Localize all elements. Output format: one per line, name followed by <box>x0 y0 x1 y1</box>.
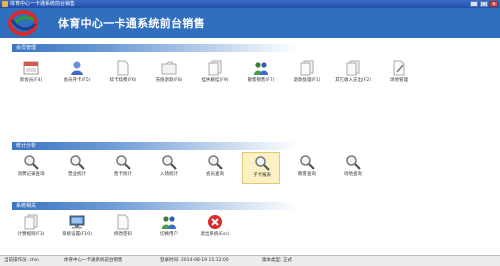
group-icon <box>162 216 176 229</box>
tile-label: 消费记录查询 <box>17 172 45 177</box>
system-settings-button[interactable]: 系统设置(F10) <box>58 212 96 244</box>
tile-label: 切换用户 <box>160 232 178 237</box>
magnifier-icon <box>208 155 223 170</box>
change-password-button[interactable]: 修改密码 <box>104 212 142 244</box>
magnifier-icon <box>24 155 39 170</box>
tile-label: 场地查询 <box>344 172 362 177</box>
tile-label: 退款处理(F1) <box>293 78 321 83</box>
magnifier-icon <box>116 155 131 170</box>
section-member-management: 会员管理 <box>12 44 488 52</box>
tile-label: 场地管理 <box>390 78 408 83</box>
new-member-button[interactable]: 新会员(F4) <box>12 58 50 90</box>
magnifier-icon <box>255 156 270 171</box>
status-login-time: 登录时间: 2014-08-19 15:12:00 <box>160 258 229 263</box>
magnifier-icon <box>70 155 85 170</box>
calendar-icon <box>23 61 39 75</box>
tile-label: 入场统计 <box>160 172 178 177</box>
maximize-button[interactable]: □ <box>480 1 488 7</box>
magnifier-icon <box>162 155 177 170</box>
tile-label: 系统设置(F10) <box>62 232 92 237</box>
magnifier-icon <box>346 155 361 170</box>
tile-label: 营业统计 <box>68 172 86 177</box>
close-button[interactable]: x <box>490 1 498 7</box>
person-icon <box>71 61 83 75</box>
group-icon <box>254 62 268 75</box>
section-title: 统计分析 <box>16 143 37 149</box>
refund-processing-button[interactable]: 退款处理(F1) <box>288 58 326 90</box>
monitor-icon <box>69 215 85 229</box>
entry-statistics-button[interactable]: 入场统计 <box>150 152 188 184</box>
logo-icon <box>8 10 38 36</box>
section-statistics: 统计分析 <box>12 142 488 150</box>
status-bar: 当前操作员: chin 体育中心一卡通系统前台销售 登录时间: 2014-08-… <box>0 255 500 266</box>
pages-icon <box>346 60 360 76</box>
section-system: 系统相关 <box>12 202 488 210</box>
edit-page-icon <box>393 60 405 76</box>
tile-label: 子卡报表 <box>253 173 271 178</box>
exit-icon <box>208 215 222 229</box>
switch-user-button[interactable]: 切换用户 <box>150 212 188 244</box>
statistics-row: 消费记录查询 营业统计 售卡统计 入场统计 会员查询 子卡报表 散客查询 场地查… <box>12 152 488 184</box>
status-version: 版本类型: 正式 <box>262 258 292 263</box>
tile-label: 其它收入支出(F2) <box>335 78 371 83</box>
tile-label: 会员查询 <box>206 172 224 177</box>
status-system: 体育中心一卡通系统前台销售 <box>64 258 123 263</box>
sub-card-report-button[interactable]: 子卡报表 <box>242 152 280 184</box>
tile-label: 散客查询 <box>298 172 316 177</box>
system-row: 计费规则(F3) 系统设置(F10) 修改密码 切换用户 退出系统(Esc) <box>12 212 488 244</box>
billing-rules-button[interactable]: 计费规则(F3) <box>12 212 50 244</box>
pages-icon <box>24 214 38 230</box>
report-loss-button[interactable]: 挂失解挂(F9) <box>196 58 234 90</box>
window-title: 体育中心一卡通系统前台销售 <box>10 1 76 7</box>
walk-in-query-button[interactable]: 散客查询 <box>288 152 326 184</box>
section-title: 会员管理 <box>16 45 37 51</box>
app-name: 体育中心一卡通系统前台销售 <box>58 17 205 30</box>
recharge-refund-button[interactable]: 充值退款(F8) <box>150 58 188 90</box>
tile-label: 计费规则(F3) <box>17 232 45 237</box>
consumption-records-button[interactable]: 消费记录查询 <box>12 152 50 184</box>
member-card-issue-button[interactable]: 会员开卡(F5) <box>58 58 96 90</box>
tile-label: 新会员(F4) <box>19 78 43 83</box>
status-operator: 当前操作员: chin <box>4 258 39 263</box>
app-icon <box>2 1 8 7</box>
business-statistics-button[interactable]: 营业统计 <box>58 152 96 184</box>
member-management-row: 新会员(F4) 会员开卡(F5) 续卡续费(F6) 充值退款(F8) 挂失解挂(… <box>12 58 488 90</box>
blank-page-icon <box>117 60 129 76</box>
tile-label: 散客销售(F7) <box>247 78 275 83</box>
title-bar: 体育中心一卡通系统前台销售 _ □ x <box>0 0 500 8</box>
magnifier-icon <box>300 155 315 170</box>
venue-management-button[interactable]: 场地管理 <box>380 58 418 90</box>
tile-label: 续卡续费(F6) <box>109 78 137 83</box>
minimize-button[interactable]: _ <box>470 1 478 7</box>
section-title: 系统相关 <box>16 203 37 209</box>
member-query-button[interactable]: 会员查询 <box>196 152 234 184</box>
app-header: 体育中心一卡通系统前台销售 <box>0 8 500 38</box>
tile-label: 修改密码 <box>114 232 132 237</box>
blank-page-icon <box>117 214 129 230</box>
tile-label: 充值退款(F8) <box>155 78 183 83</box>
folder-icon <box>161 61 177 75</box>
exit-system-button[interactable]: 退出系统(Esc) <box>196 212 234 244</box>
venue-query-button[interactable]: 场地查询 <box>334 152 372 184</box>
pages-icon <box>300 60 314 76</box>
tile-label: 会员开卡(F5) <box>63 78 91 83</box>
card-sales-statistics-button[interactable]: 售卡统计 <box>104 152 142 184</box>
card-renewal-button[interactable]: 续卡续费(F6) <box>104 58 142 90</box>
tile-label: 售卡统计 <box>114 172 132 177</box>
pages-icon <box>208 60 222 76</box>
tile-label: 退出系统(Esc) <box>200 232 230 237</box>
walk-in-sales-button[interactable]: 散客销售(F7) <box>242 58 280 90</box>
tile-label: 挂失解挂(F9) <box>201 78 229 83</box>
other-income-expense-button[interactable]: 其它收入支出(F2) <box>334 58 372 90</box>
